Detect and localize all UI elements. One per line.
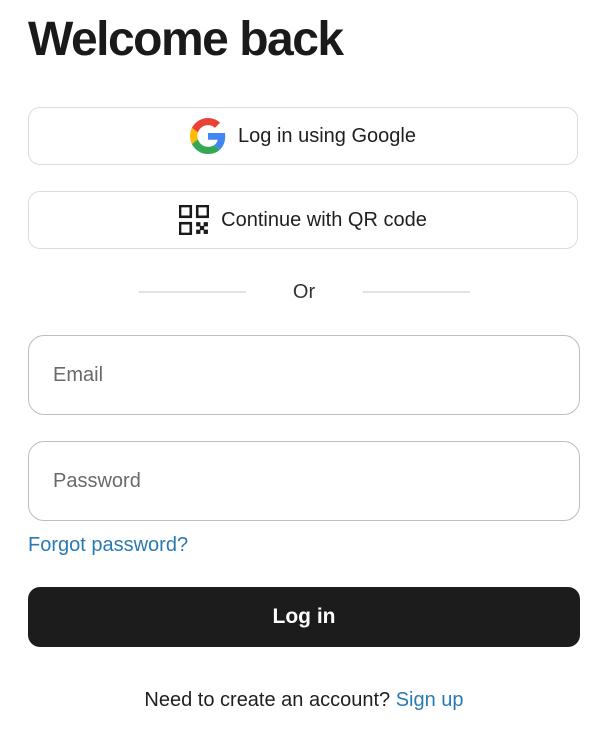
- page-title: Welcome back: [28, 13, 344, 66]
- google-login-label: Log in using Google: [238, 124, 416, 147]
- qr-code-icon: [179, 205, 210, 235]
- divider-text: Or: [292, 281, 316, 303]
- google-icon: [190, 118, 226, 154]
- signup-prompt-text: Need to create an account?: [144, 689, 391, 711]
- email-field[interactable]: [28, 335, 580, 415]
- signup-link[interactable]: Sign up: [396, 689, 464, 711]
- signup-prompt: Need to create an account? Sign up: [0, 688, 600, 712]
- password-field[interactable]: [28, 441, 580, 521]
- qr-code-login-button[interactable]: Continue with QR code: [28, 191, 578, 249]
- google-login-button[interactable]: Log in using Google: [28, 107, 578, 165]
- divider-line-right: [363, 291, 470, 293]
- forgot-password-link[interactable]: Forgot password?: [28, 533, 188, 557]
- login-button[interactable]: Log in: [28, 587, 580, 647]
- or-divider: Or: [0, 280, 600, 304]
- qr-code-login-label: Continue with QR code: [221, 208, 427, 231]
